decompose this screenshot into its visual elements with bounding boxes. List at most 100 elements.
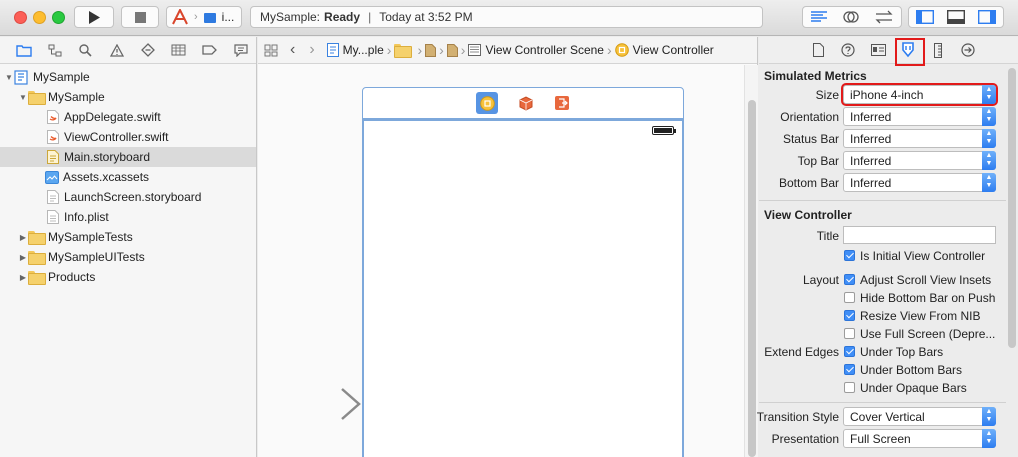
hide-bottom-bar-checkbox[interactable] xyxy=(844,292,855,303)
inspector-scrollbar[interactable] xyxy=(1006,65,1018,457)
close-window-button[interactable] xyxy=(14,11,27,24)
tab-debug-navigator[interactable] xyxy=(163,37,194,63)
tab-connections-inspector[interactable] xyxy=(953,37,983,63)
storyboard-file-icon[interactable] xyxy=(425,43,437,57)
storyboard-file-icon[interactable] xyxy=(446,43,458,57)
popup-value: Cover Vertical xyxy=(850,410,925,424)
tab-quick-help[interactable] xyxy=(833,37,863,63)
assistant-editor-icon[interactable] xyxy=(842,9,860,25)
toolbar: › i... MySample: Ready | Today at 3:52 P… xyxy=(0,0,1018,36)
first-responder-icon[interactable] xyxy=(518,95,534,111)
tree-row-project[interactable]: ▼ MySample xyxy=(0,67,256,87)
tab-project-navigator[interactable] xyxy=(8,37,39,63)
field-label: Title xyxy=(816,229,839,243)
version-editor-icon[interactable] xyxy=(874,10,894,24)
layout-row-3: Use Full Screen (Depre... xyxy=(759,325,1006,343)
tree-row-group[interactable]: ▼ MySample xyxy=(0,87,256,107)
tab-find-navigator[interactable] xyxy=(70,37,101,63)
tab-attributes-inspector[interactable] xyxy=(893,37,925,66)
tree-row-group[interactable]: ▶ MySampleTests xyxy=(0,227,256,247)
disclosure-closed-icon[interactable]: ▶ xyxy=(18,253,28,262)
resize-from-nib-checkbox[interactable] xyxy=(844,310,855,321)
tree-row-file[interactable]: Assets.xcassets xyxy=(0,167,256,187)
view-controller-dock-item[interactable] xyxy=(476,92,498,114)
tab-file-inspector[interactable] xyxy=(803,37,833,63)
checkbox-label: Use Full Screen (Depre... xyxy=(860,327,996,341)
tree-row-file[interactable]: Info.plist xyxy=(0,207,256,227)
disclosure-closed-icon[interactable]: ▶ xyxy=(18,233,28,242)
folder-icon xyxy=(28,271,46,285)
scheme-selector[interactable]: › i... xyxy=(166,6,242,28)
tab-symbol-navigator[interactable] xyxy=(39,37,70,63)
tree-row-file[interactable]: ViewController.swift xyxy=(0,127,256,147)
tab-size-inspector[interactable] xyxy=(923,37,953,63)
back-arrow-icon[interactable]: ‹ xyxy=(290,41,295,59)
storyboard-file-icon xyxy=(47,150,59,164)
stop-button[interactable] xyxy=(121,6,159,28)
under-opaque-bars-checkbox[interactable] xyxy=(844,382,855,393)
initial-scene-arrow-icon[interactable] xyxy=(266,387,362,421)
tree-label: MySample xyxy=(48,90,105,104)
folder-icon xyxy=(28,231,46,245)
zoom-window-button[interactable] xyxy=(52,11,65,24)
jumpbar-view-controller[interactable]: View Controller xyxy=(614,43,714,57)
status-bar-popup[interactable]: Inferred ▲ ▼ xyxy=(843,129,996,148)
under-top-bars-checkbox[interactable] xyxy=(844,346,855,357)
file-icon xyxy=(812,43,824,57)
scrollbar-thumb[interactable] xyxy=(748,100,756,457)
use-full-screen-checkbox[interactable] xyxy=(844,328,855,339)
tree-row-file[interactable]: LaunchScreen.storyboard xyxy=(0,187,256,207)
tree-label: MySampleTests xyxy=(48,230,133,244)
disclosure-closed-icon[interactable]: ▶ xyxy=(18,273,28,282)
asset-catalog-icon xyxy=(45,170,59,184)
bottom-bar-popup[interactable]: Inferred ▲ ▼ xyxy=(843,173,996,192)
folder-icon[interactable] xyxy=(394,44,413,58)
title-input[interactable] xyxy=(843,226,996,244)
tab-test-navigator[interactable] xyxy=(132,37,163,63)
initial-vc-checkbox[interactable] xyxy=(844,250,855,261)
utilities-toggle-icon[interactable] xyxy=(978,10,997,24)
forward-arrow-icon[interactable]: › xyxy=(309,41,314,59)
activity-separator: | xyxy=(368,10,372,24)
attributes-inspector: Simulated Metrics Size iPhone 4-inch ▲ ▼ … xyxy=(757,37,1018,457)
under-bottom-bars-checkbox[interactable] xyxy=(844,364,855,375)
disclosure-open-icon[interactable]: ▼ xyxy=(4,73,14,82)
adjust-scroll-insets-checkbox[interactable] xyxy=(844,274,855,285)
run-button[interactable] xyxy=(74,6,114,28)
disclosure-open-icon[interactable]: ▼ xyxy=(18,93,28,102)
size-popup[interactable]: iPhone 4-inch ▲ ▼ xyxy=(843,85,996,104)
storyboard-canvas[interactable] xyxy=(258,65,744,457)
transition-style-popup[interactable]: Cover Vertical ▲ ▼ xyxy=(843,407,996,426)
tree-row-file-selected[interactable]: Main.storyboard xyxy=(0,147,256,167)
scrollbar-thumb[interactable] xyxy=(1008,68,1016,348)
tab-identity-inspector[interactable] xyxy=(863,37,893,63)
tree-row-file[interactable]: AppDelegate.swift xyxy=(0,107,256,127)
tab-report-navigator[interactable] xyxy=(225,37,256,63)
view-controller-icon xyxy=(479,95,495,111)
tab-issue-navigator[interactable] xyxy=(101,37,132,63)
field-title: Title xyxy=(759,225,1006,247)
swift-file-icon xyxy=(47,130,59,144)
device-view[interactable] xyxy=(362,119,684,457)
standard-editor-icon[interactable] xyxy=(810,10,828,24)
exit-icon[interactable] xyxy=(554,95,570,111)
minimize-window-button[interactable] xyxy=(33,11,46,24)
debug-area-toggle-icon[interactable] xyxy=(946,10,965,24)
jumpbar-scene[interactable]: View Controller Scene xyxy=(468,43,604,57)
tree-row-group[interactable]: ▶ Products xyxy=(0,267,256,287)
navigator-toggle-icon[interactable] xyxy=(915,10,934,24)
top-bar-popup[interactable]: Inferred ▲ ▼ xyxy=(843,151,996,170)
activity-status: Ready xyxy=(324,10,361,24)
tree-row-group[interactable]: ▶ MySampleUITests xyxy=(0,247,256,267)
tab-breakpoint-navigator[interactable] xyxy=(194,37,225,63)
jump-bar: ‹ › My...ple › › › › View Controller Sce… xyxy=(258,37,757,64)
popup-value: Inferred xyxy=(850,154,892,168)
canvas-scrollbar[interactable] xyxy=(744,65,758,457)
presentation-popup[interactable]: Full Screen ▲ ▼ xyxy=(843,429,996,448)
orientation-popup[interactable]: Inferred ▲ ▼ xyxy=(843,107,996,126)
field-bottom-bar: Bottom Bar Inferred ▲ ▼ xyxy=(759,172,1006,194)
divider xyxy=(759,402,1006,403)
chevron-right-icon: › xyxy=(460,42,466,58)
related-items-icon[interactable] xyxy=(264,44,278,57)
jumpbar-project[interactable]: My...ple xyxy=(326,43,384,57)
